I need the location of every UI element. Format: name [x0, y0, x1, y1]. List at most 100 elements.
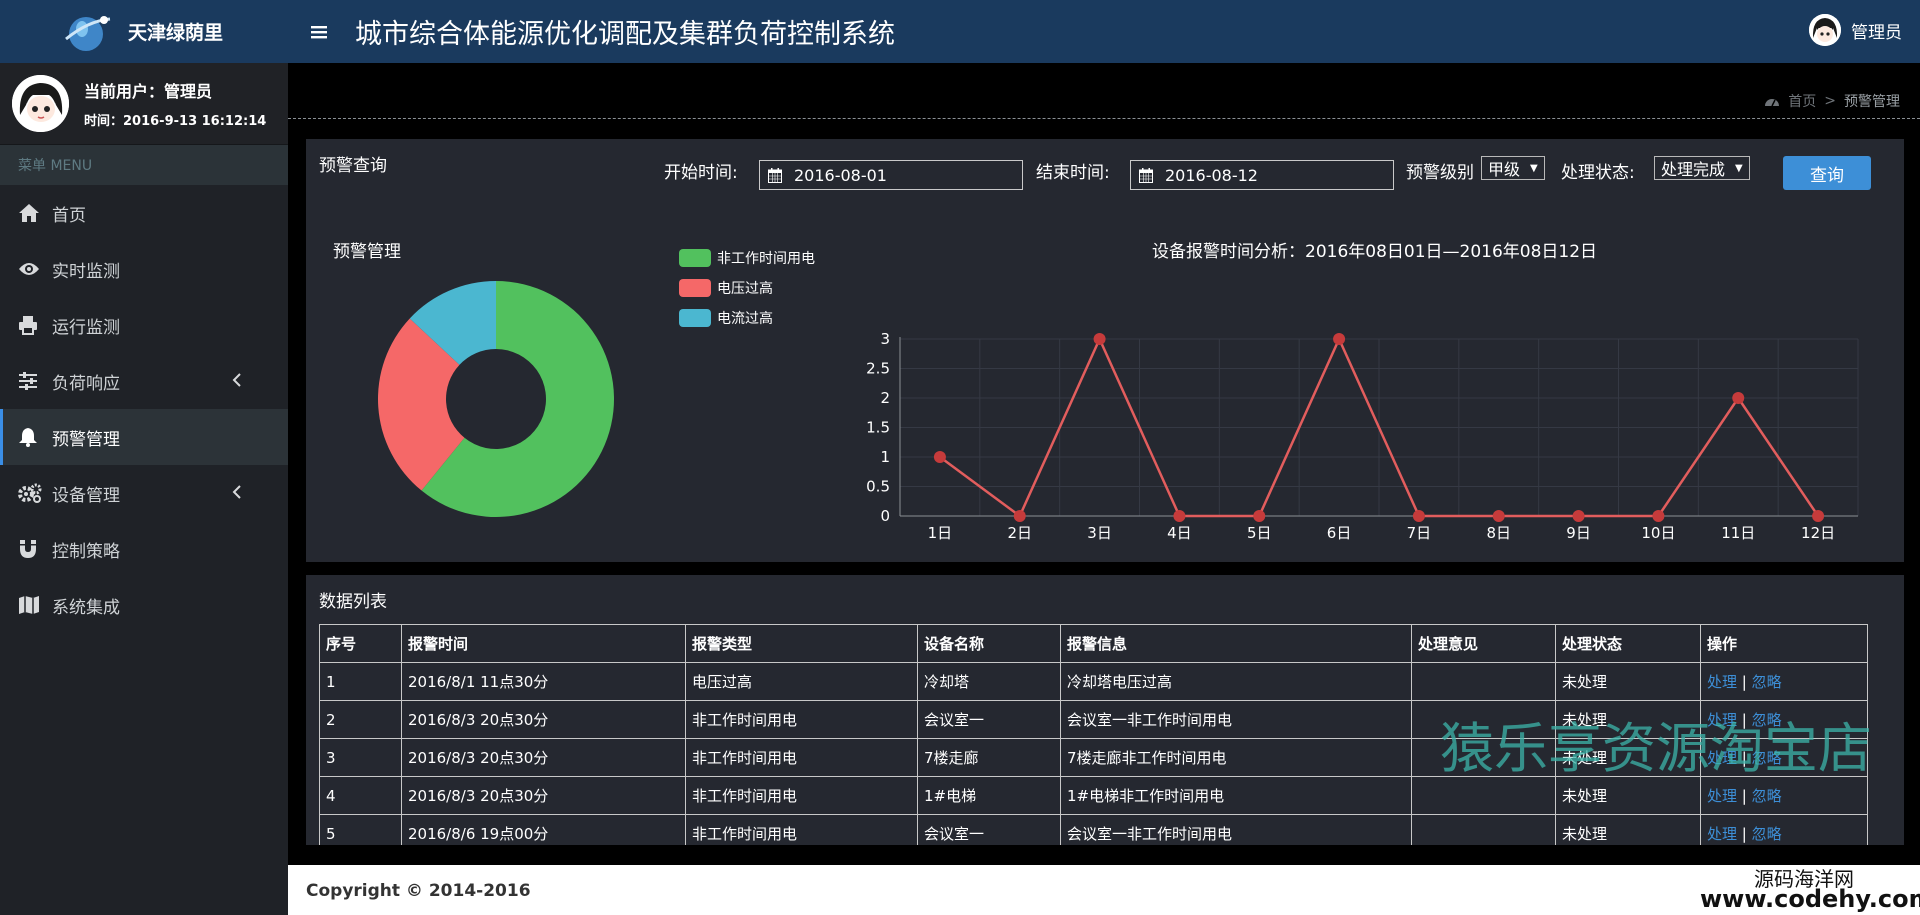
- top-header: 城市综合体能源优化调配及集群负荷控制系统 管理员: [288, 0, 1920, 63]
- data-point[interactable]: [1492, 510, 1505, 522]
- table-cell: 非工作时间用电: [685, 700, 918, 739]
- y-tick-label: 1: [880, 448, 890, 466]
- end-date-input[interactable]: 2016-08-12: [1130, 160, 1394, 190]
- alarm-type-pie-chart: [378, 281, 614, 517]
- dashboard-icon: [1765, 99, 1780, 107]
- legend-item[interactable]: 电流过高: [679, 303, 815, 333]
- table-cell: 2016/8/3 20点30分: [401, 776, 686, 815]
- col-header: 设备名称: [917, 624, 1061, 663]
- col-header: 报警信息: [1060, 624, 1412, 663]
- data-point[interactable]: [1572, 510, 1585, 522]
- table-cell: [1411, 662, 1556, 701]
- x-tick-label: 5日: [1247, 524, 1272, 542]
- data-point[interactable]: [1173, 510, 1186, 522]
- sidebar-item-load-response[interactable]: 负荷响应: [0, 353, 288, 409]
- process-link[interactable]: 处理: [1707, 825, 1737, 843]
- x-tick-label: 10日: [1641, 524, 1675, 542]
- sidebar-item-alarm[interactable]: 预警管理: [0, 409, 288, 465]
- x-tick-label: 9日: [1566, 524, 1591, 542]
- breadcrumb-current: 预警管理: [1844, 94, 1900, 110]
- current-user: 当前用户：管理员: [84, 82, 213, 101]
- table-cell: 会议室一非工作时间用电: [1060, 814, 1412, 845]
- table-cell: 冷却塔: [917, 662, 1061, 701]
- gears-icon: [18, 483, 52, 503]
- table-cell: 冷却塔电压过高: [1060, 662, 1412, 701]
- start-date-input[interactable]: 2016-08-01: [759, 160, 1023, 190]
- admin-menu[interactable]: 管理员: [1809, 14, 1902, 46]
- sidebar-item-device[interactable]: 设备管理: [0, 465, 288, 521]
- breadcrumb-home-link[interactable]: 首页: [1788, 91, 1816, 111]
- table-cell: 4: [319, 776, 402, 815]
- col-header: 处理状态: [1555, 624, 1701, 663]
- y-tick-label: 2: [880, 389, 890, 407]
- data-point[interactable]: [1812, 510, 1825, 522]
- process-link[interactable]: 处理: [1707, 787, 1737, 805]
- brand-name: 天津绿荫里: [128, 22, 224, 44]
- app-root: 天津绿荫里 当前用户：管理员 时间：2016-9-13 16:12:14 菜单 …: [0, 0, 1920, 915]
- data-point[interactable]: [1013, 510, 1026, 522]
- ignore-link[interactable]: 忽略: [1752, 825, 1782, 843]
- data-point[interactable]: [1652, 510, 1665, 522]
- globe-logo-icon: [65, 15, 111, 51]
- legend-label: 电压过高: [717, 281, 773, 297]
- level-select[interactable]: 甲级 ▼: [1481, 156, 1545, 180]
- chevron-left-icon: [232, 485, 241, 499]
- menu-header: 菜单 MENU: [0, 145, 288, 185]
- data-point[interactable]: [1253, 510, 1266, 522]
- data-point[interactable]: [933, 451, 946, 463]
- logo-bar: 天津绿荫里: [0, 0, 288, 63]
- data-point[interactable]: [1333, 333, 1346, 345]
- dropdown-arrow-icon: ▼: [1735, 162, 1743, 174]
- sidebar-item-operation[interactable]: 运行监测: [0, 297, 288, 353]
- table-title: 数据列表: [319, 592, 387, 612]
- legend-swatch: [679, 279, 711, 297]
- hamburger-menu-icon[interactable]: [308, 25, 330, 39]
- data-point[interactable]: [1412, 510, 1425, 522]
- sidebar-item-integration[interactable]: 系统集成: [0, 577, 288, 633]
- query-button[interactable]: 查询: [1783, 156, 1871, 190]
- sidebar-item-label: 实时监测: [52, 261, 120, 282]
- sidebar-item-label: 首页: [52, 205, 86, 226]
- footer: Copyright © 2014-2016: [288, 865, 1920, 915]
- table-cell: [1411, 814, 1556, 845]
- ignore-link[interactable]: 忽略: [1752, 673, 1782, 691]
- x-tick-label: 1日: [928, 524, 953, 542]
- sidebar-item-realtime[interactable]: 实时监测: [0, 241, 288, 297]
- table-row: 5 2016/8/6 19点00分 非工作时间用电 会议室一 会议室一非工作时间用电 未处…: [319, 814, 1868, 845]
- status-select[interactable]: 处理完成 ▼: [1654, 156, 1750, 180]
- table-cell: 2016/8/1 11点30分: [401, 662, 686, 701]
- table-cell: 2016/8/3 20点30分: [401, 700, 686, 739]
- sidebar-item-strategy[interactable]: 控制策略: [0, 521, 288, 577]
- login-time: 时间：2016-9-13 16:12:14: [84, 114, 267, 129]
- home-icon: [18, 203, 52, 223]
- table-row: 1 2016/8/1 11点30分 电压过高 冷却塔 冷却塔电压过高 未处理 处理 | 忽略: [319, 662, 1868, 701]
- y-tick-label: 3: [880, 330, 890, 348]
- query-title: 预警查询: [319, 156, 387, 176]
- process-link[interactable]: 处理: [1707, 673, 1737, 691]
- legend-item[interactable]: 非工作时间用电: [679, 243, 815, 273]
- col-header: 处理意见: [1411, 624, 1556, 663]
- table-cell: 1#电梯: [917, 776, 1061, 815]
- x-tick-label: 7日: [1407, 524, 1432, 542]
- magnet-icon: [18, 539, 52, 559]
- breadcrumb-separator: >: [1824, 93, 1836, 109]
- table-cell: 未处理: [1555, 662, 1701, 701]
- legend-item[interactable]: 电压过高: [679, 273, 815, 303]
- sliders-icon: [18, 372, 52, 390]
- table-cell: 会议室一非工作时间用电: [1060, 700, 1412, 739]
- admin-avatar: [1809, 14, 1841, 46]
- table-cell: 未处理: [1555, 814, 1701, 845]
- system-title: 城市综合体能源优化调配及集群负荷控制系统: [355, 19, 895, 50]
- data-point[interactable]: [1732, 392, 1745, 404]
- end-time-label: 结束时间:: [1036, 163, 1110, 183]
- y-tick-label: 1.5: [866, 419, 890, 437]
- table-cell: 会议室一: [917, 700, 1061, 739]
- alarm-query-panel: 预警查询 开始时间: 2016-08-01 结束时间: 2016-08-12 预…: [306, 139, 1904, 562]
- chevron-left-icon: [232, 373, 241, 387]
- site-watermark-url: www.codehy.com: [1700, 885, 1920, 913]
- sidebar: 天津绿荫里 当前用户：管理员 时间：2016-9-13 16:12:14 菜单 …: [0, 0, 288, 915]
- legend-swatch: [679, 309, 711, 327]
- sidebar-item-home[interactable]: 首页: [0, 185, 288, 241]
- ignore-link[interactable]: 忽略: [1752, 787, 1782, 805]
- data-point[interactable]: [1093, 333, 1106, 345]
